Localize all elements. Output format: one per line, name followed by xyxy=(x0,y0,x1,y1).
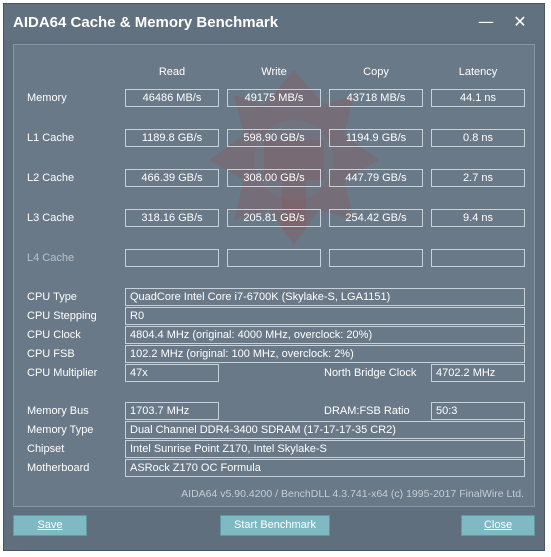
north-bridge-clock-value: 4702.2 MHz xyxy=(431,364,525,382)
results-panel: Read Write Copy Latency Memory 46486 MB/… xyxy=(13,44,535,507)
l3-copy-value: 254.42 GB/s xyxy=(329,209,423,227)
row-label-memory: Memory xyxy=(27,92,67,104)
dram-fsb-ratio-label: DRAM:FSB Ratio xyxy=(324,405,410,417)
l3-read-value: 318.16 GB/s xyxy=(125,209,219,227)
cpu-clock-label: CPU Clock xyxy=(27,329,81,341)
memory-bus-label: Memory Bus xyxy=(27,405,89,417)
cpu-stepping-value: R0 xyxy=(125,307,525,325)
motherboard-value: ASRock Z170 OC Formula xyxy=(125,459,525,477)
memory-type-label: Memory Type xyxy=(27,424,94,436)
save-button-label: Save xyxy=(37,519,63,531)
l4-latency-value xyxy=(431,249,525,267)
memory-latency-value: 44.1 ns xyxy=(431,89,525,107)
column-header-write: Write xyxy=(261,66,287,78)
l3-write-value: 205.81 GB/s xyxy=(227,209,321,227)
close-window-button[interactable]: ✕ xyxy=(506,10,534,34)
motherboard-label: Motherboard xyxy=(27,462,90,474)
chipset-label: Chipset xyxy=(27,443,65,455)
memory-bus-value: 1703.7 MHz xyxy=(125,402,219,420)
cpu-fsb-value: 102.2 MHz (original: 100 MHz, overclock:… xyxy=(125,345,525,363)
row-label-l1-cache: L1 Cache xyxy=(27,132,75,144)
l2-latency-value: 2.7 ns xyxy=(431,169,525,187)
cpu-fsb-label: CPU FSB xyxy=(27,348,75,360)
close-button[interactable]: Close xyxy=(461,515,535,536)
row-label-l3-cache: L3 Cache xyxy=(27,212,75,224)
close-button-label: Close xyxy=(483,519,513,531)
cpu-type-value: QuadCore Intel Core i7-6700K (Skylake-S,… xyxy=(125,288,525,306)
l1-latency-value: 0.8 ns xyxy=(431,129,525,147)
row-label-l4-cache: L4 Cache xyxy=(27,252,75,264)
l1-copy-value: 1194.9 GB/s xyxy=(329,129,423,147)
l3-latency-value: 9.4 ns xyxy=(431,209,525,227)
memory-write-value: 49175 MB/s xyxy=(227,89,321,107)
benchmark-window: AIDA64 Cache & Memory Benchmark — ✕ Read… xyxy=(3,3,545,551)
l4-write-value xyxy=(227,249,321,267)
start-benchmark-button[interactable]: Start Benchmark xyxy=(220,515,330,536)
memory-copy-value: 43718 MB/s xyxy=(329,89,423,107)
cpu-stepping-label: CPU Stepping xyxy=(27,310,97,322)
cpu-multiplier-label: CPU Multiplier xyxy=(27,367,98,379)
l1-write-value: 598.90 GB/s xyxy=(227,129,321,147)
l2-read-value: 466.39 GB/s xyxy=(125,169,219,187)
column-header-read: Read xyxy=(158,66,186,78)
l4-read-value xyxy=(125,249,219,267)
memory-read-value: 46486 MB/s xyxy=(125,89,219,107)
l2-write-value: 308.00 GB/s xyxy=(227,169,321,187)
version-footer: AIDA64 v5.90.4200 / BenchDLL 4.3.741-x64… xyxy=(181,488,524,500)
cpu-type-label: CPU Type xyxy=(27,291,77,303)
row-label-l2-cache: L2 Cache xyxy=(27,172,75,184)
title-bar: AIDA64 Cache & Memory Benchmark — ✕ xyxy=(4,4,544,40)
memory-type-value: Dual Channel DDR4-3400 SDRAM (17-17-17-3… xyxy=(125,421,525,439)
cpu-clock-value: 4804.4 MHz (original: 4000 MHz, overcloc… xyxy=(125,326,525,344)
minimize-button[interactable]: — xyxy=(472,10,500,34)
column-header-copy: Copy xyxy=(363,66,389,78)
chipset-value: Intel Sunrise Point Z170, Intel Skylake-… xyxy=(125,440,525,458)
cpu-multiplier-value: 47x xyxy=(125,364,219,382)
l1-read-value: 1189.8 GB/s xyxy=(125,129,219,147)
l2-copy-value: 447.79 GB/s xyxy=(329,169,423,187)
dram-fsb-ratio-value: 50:3 xyxy=(431,402,525,420)
column-header-latency: Latency xyxy=(458,66,498,78)
north-bridge-clock-label: North Bridge Clock xyxy=(324,367,417,379)
l4-copy-value xyxy=(329,249,423,267)
save-button[interactable]: Save xyxy=(13,515,87,536)
window-title: AIDA64 Cache & Memory Benchmark xyxy=(13,14,279,31)
